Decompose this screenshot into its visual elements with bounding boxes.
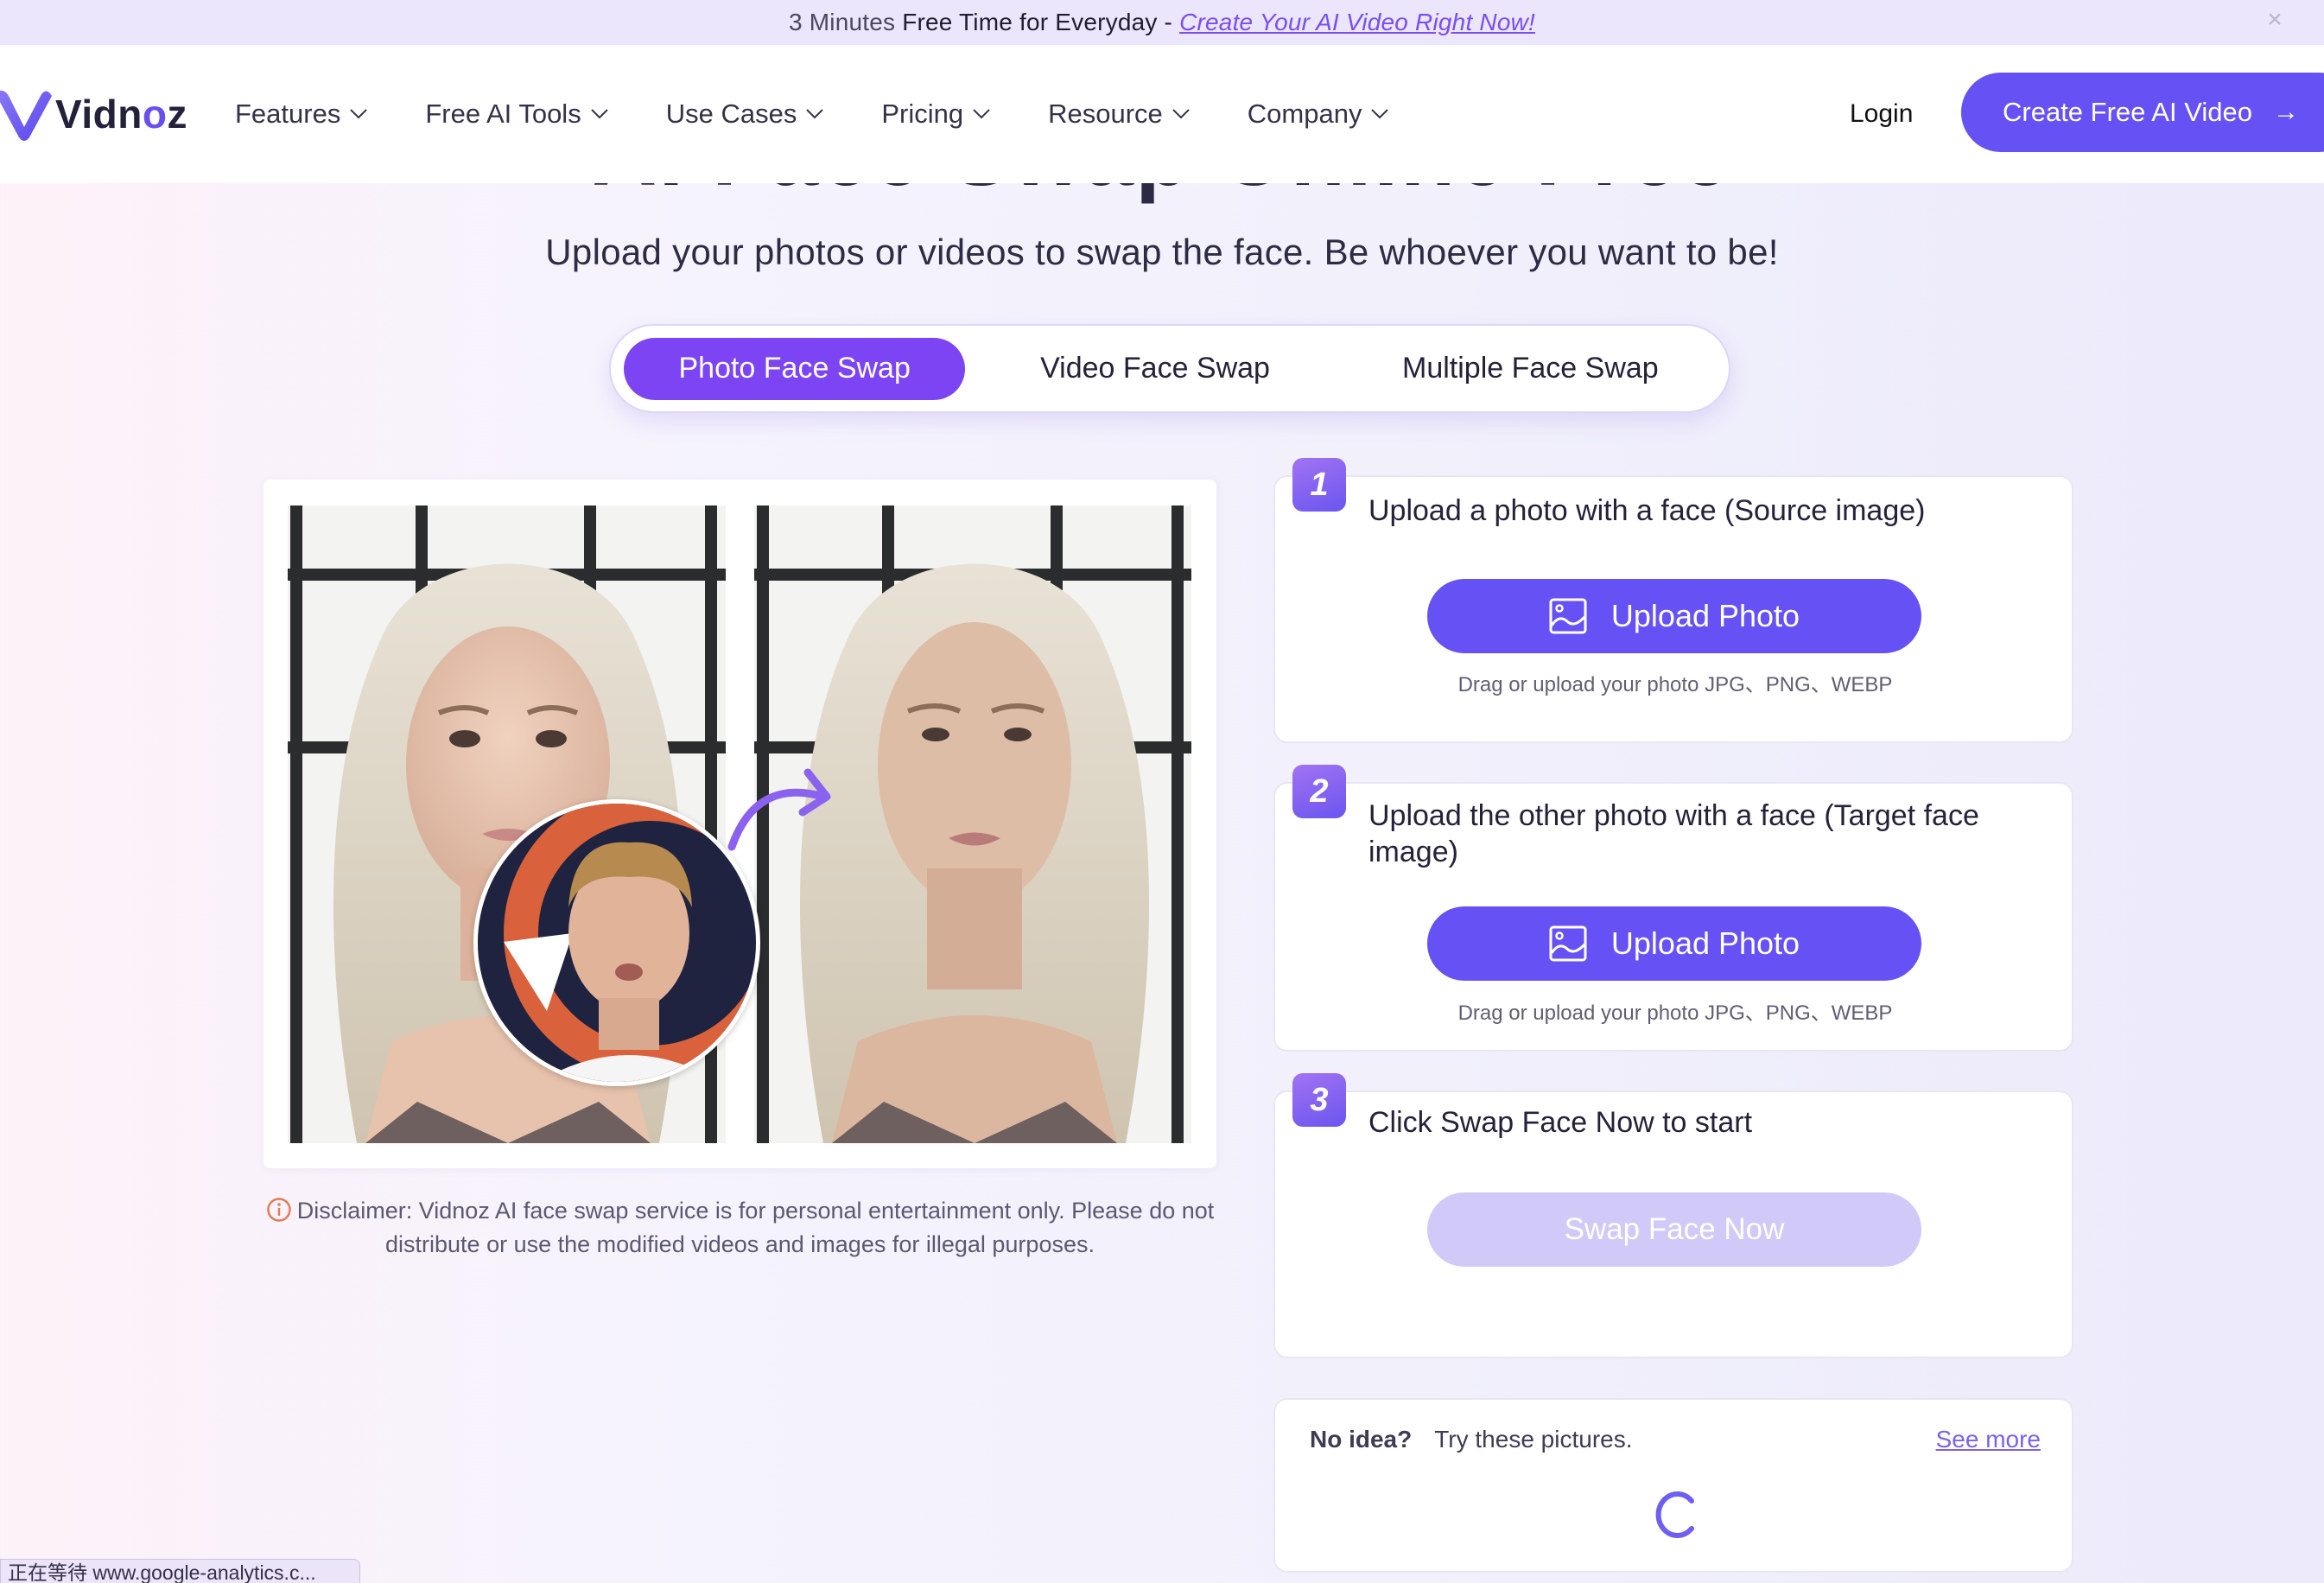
disclaimer: Disclaimer: Vidnoz AI face swap service … <box>264 1194 1216 1262</box>
ideas-text: Try these pictures. <box>1434 1426 1633 1453</box>
info-icon <box>266 1198 291 1222</box>
ideas-heading: No idea? <box>1310 1426 1413 1453</box>
step-title: Click Swap Face Now to start <box>1368 1106 1753 1139</box>
nav-features[interactable]: Features <box>235 99 368 130</box>
upload-button-label: Upload Photo <box>1610 925 1800 961</box>
step-number-badge: 3 <box>1292 1073 1346 1127</box>
tab-video-face-swap[interactable]: Video Face Swap <box>965 338 1344 400</box>
step-number-badge: 2 <box>1292 765 1346 818</box>
banner-text: Free Time for Everyday - <box>902 9 1173 35</box>
disclaimer-text: Disclaimer: Vidnoz AI face swap service … <box>296 1198 1215 1257</box>
try-pictures-card: No idea? Try these pictures. See more <box>1273 1398 2073 1573</box>
close-icon[interactable]: × <box>2267 5 2283 35</box>
swap-face-now-button[interactable]: Swap Face Now <box>1427 1192 1921 1267</box>
step-card-source: 1 Upload a photo with a face (Source ima… <box>1273 458 2073 743</box>
cta-label: Create Free AI Video <box>2003 97 2252 127</box>
main-nav: Features Free AI Tools Use Cases Pricing… <box>235 45 1446 183</box>
site-header: Vidnoz Features Free AI Tools Use Cases … <box>0 45 2324 183</box>
ideas-row: No idea? Try these pictures. See more <box>1310 1426 2041 1453</box>
source-face-inset <box>473 799 760 1086</box>
chevron-down-icon <box>1172 109 1190 119</box>
upload-button-label: Upload Photo <box>1610 598 1800 633</box>
create-free-ai-video-button[interactable]: Create Free AI Video → <box>1961 73 2324 152</box>
upload-source-photo-button[interactable]: Upload Photo <box>1427 579 1921 653</box>
logo-text: Vidnoz <box>55 92 187 137</box>
example-showcase <box>264 480 1216 1168</box>
see-more-link[interactable]: See more <box>1936 1426 2041 1453</box>
tab-multiple-face-swap[interactable]: Multiple Face Swap <box>1345 338 1716 400</box>
promo-banner: 3 Minutes Free Time for Everyday - Creat… <box>0 0 2324 45</box>
chevron-down-icon <box>590 109 608 119</box>
image-icon <box>1549 598 1587 634</box>
step-number-badge: 1 <box>1292 458 1346 512</box>
login-link[interactable]: Login <box>1850 45 1913 183</box>
swap-arrow-icon <box>727 768 831 851</box>
page-subtitle: Upload your photos or videos to swap the… <box>545 232 1779 272</box>
step-card-target: 2 Upload the other photo with a face (Ta… <box>1273 765 2073 1052</box>
upload-hint: Drag or upload your photo JPG、PNG、WEBP <box>1457 673 1893 696</box>
chevron-down-icon <box>350 109 368 119</box>
nav-use-cases[interactable]: Use Cases <box>666 99 825 130</box>
banner-lead: 3 Minutes <box>789 9 896 35</box>
image-icon <box>1549 925 1587 962</box>
step-card-swap: 3 Click Swap Face Now to start Swap Face… <box>1273 1073 2073 1358</box>
upload-target-photo-button[interactable]: Upload Photo <box>1427 906 1921 981</box>
chevron-down-icon <box>973 109 990 119</box>
nav-pricing[interactable]: Pricing <box>881 99 991 130</box>
nav-resource[interactable]: Resource <box>1048 99 1191 130</box>
step-title: Upload a photo with a face (Source image… <box>1368 494 1926 527</box>
logo-icon <box>0 90 52 141</box>
tab-photo-face-swap[interactable]: Photo Face Swap <box>624 337 966 400</box>
banner-link[interactable]: Create Your AI Video Right Now! <box>1179 9 1535 36</box>
browser-status-bar: 正在等待 www.google-analytics.c... <box>0 1559 360 1583</box>
arrow-right-icon: → <box>2272 98 2299 126</box>
chevron-down-icon <box>1371 109 1389 119</box>
loading-spinner-icon <box>1655 1491 1694 1538</box>
mode-tabs: Photo Face Swap Video Face Swap Multiple… <box>609 324 1730 413</box>
nav-free-ai-tools[interactable]: Free AI Tools <box>425 99 608 130</box>
nav-company[interactable]: Company <box>1248 99 1390 130</box>
logo[interactable]: Vidnoz <box>0 84 187 144</box>
step-title: Upload the other photo with a face (Targ… <box>1368 799 1979 868</box>
chevron-down-icon <box>806 109 824 119</box>
upload-hint: Drag or upload your photo JPG、PNG、WEBP <box>1457 1001 1893 1025</box>
